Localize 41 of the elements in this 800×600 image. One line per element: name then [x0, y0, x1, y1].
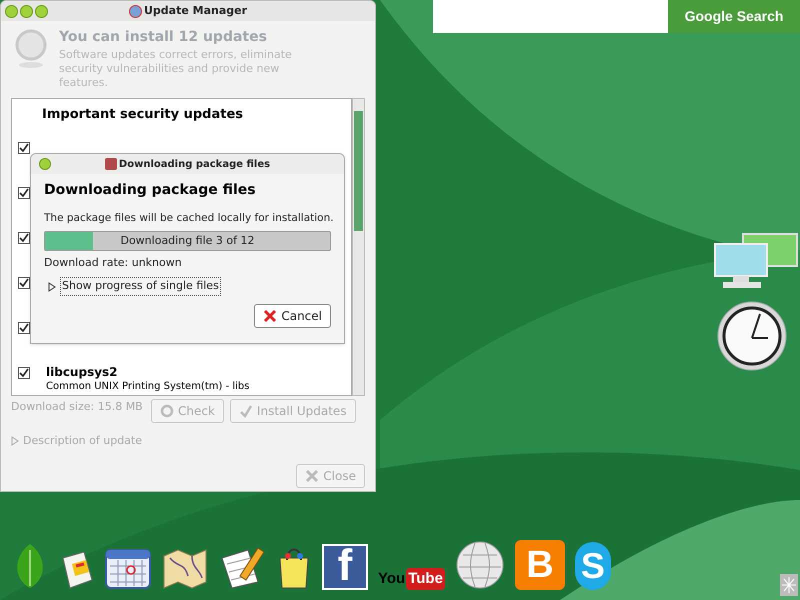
dialog-title: Downloading package files [118, 158, 270, 172]
expander-arrow-icon [48, 282, 56, 292]
updates-description: Software updates correct errors, eliminate security vulnerabilities and provide new features. [59, 48, 293, 90]
tick-icon [238, 404, 253, 418]
search-button[interactable]: Google Search [668, 0, 800, 33]
map-icon[interactable] [162, 548, 208, 590]
calendar-icon[interactable] [104, 548, 152, 590]
cross-icon [305, 468, 320, 482]
refresh-icon [160, 404, 174, 418]
cancel-button[interactable]: Cancel [254, 304, 331, 328]
download-size: Download size: 15.8 MB [11, 399, 144, 415]
install-updates-button[interactable]: Install Updates [230, 399, 356, 423]
dialog-text: The package files will be cached locally for installation. [44, 211, 331, 226]
package-name: libcupsys2 [46, 364, 119, 380]
section-heading: Important security updates [41, 106, 244, 124]
progress-text: Downloading file 3 of 12 [119, 232, 256, 248]
puzzle-globe-icon[interactable] [454, 540, 505, 590]
package-icon [104, 158, 117, 170]
scrollbar[interactable] [352, 98, 365, 396]
clock-icon[interactable] [716, 300, 788, 372]
checkbox[interactable] [18, 232, 30, 244]
description-expander[interactable]: Description of update [11, 433, 365, 450]
package-summary: Common UNIX Printing System(tm) - libs [46, 380, 250, 393]
checkbox[interactable] [18, 142, 30, 154]
search-field[interactable] [433, 0, 668, 33]
check-button[interactable]: Check [151, 399, 224, 423]
checkbox[interactable] [18, 322, 30, 334]
expander-arrow-icon [11, 436, 19, 446]
close-button[interactable]: Close [296, 464, 365, 488]
blogger-logo[interactable]: B [514, 540, 565, 590]
cross-icon [263, 308, 278, 323]
dialog-heading: Downloading package files [44, 181, 257, 200]
facebook-logo[interactable]: f [322, 544, 368, 590]
window-title: Update Manager [144, 2, 248, 19]
updates-heading: You can install 12 updates [59, 28, 268, 47]
checkbox[interactable] [18, 366, 30, 379]
single-files-expander[interactable]: Show progress of single files [60, 277, 221, 296]
checkbox[interactable] [18, 276, 30, 289]
checkbox[interactable] [18, 187, 30, 200]
download-rate: Download rate: unknown [44, 254, 183, 271]
newspaper-icon[interactable] [60, 550, 94, 590]
